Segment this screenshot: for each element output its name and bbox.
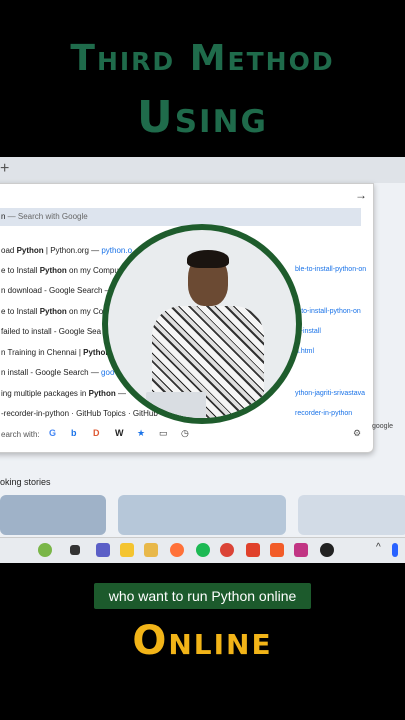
suggestion-url: ble-to-install-python-on [295, 266, 367, 273]
google-icon[interactable]: G [49, 428, 56, 438]
video-title-line2: Using [137, 92, 268, 143]
history-icon[interactable]: ◷ [181, 428, 189, 439]
laptop [146, 392, 206, 418]
search-with-label: earch with: [1, 430, 40, 439]
suggestion-row[interactable]: failed to install - Google Sea [1, 327, 101, 336]
suggestion-row[interactable]: n Training in Chennai | Python [1, 348, 110, 357]
suggestion-row[interactable]: ing multiple packages in Python — [1, 389, 126, 398]
instagram-icon[interactable] [294, 543, 308, 557]
video-title-line1: Third Method [70, 38, 335, 79]
folder-icon[interactable] [120, 543, 134, 557]
app-icon[interactable] [144, 543, 158, 557]
video-title-line3: Online [132, 618, 273, 664]
presenter-webcam [102, 224, 302, 424]
story-card[interactable] [0, 495, 106, 535]
firefox-icon[interactable] [170, 543, 184, 557]
suggestion-row[interactable]: e to Install Python on my Compu [1, 266, 119, 275]
duckduckgo-icon[interactable]: D [93, 428, 100, 438]
brave-browser-icon[interactable] [270, 543, 284, 557]
microphone-icon[interactable] [392, 543, 398, 557]
suggestion-url: ython-jagriti-srivastava [295, 390, 366, 397]
teams-icon[interactable] [96, 543, 110, 557]
search-with-bar: earch with: G b D W ★ ▭ ◷ ⚙ [0, 424, 365, 446]
suggestion-row[interactable]: e to Install Python on my Co [1, 307, 103, 316]
suggestion-row[interactable]: n install - Google Search — goo [1, 368, 114, 377]
brave-icon[interactable] [246, 543, 260, 557]
suggestion-row[interactable]: -recorder-in-python · GitHub Topics · Gi… [1, 409, 158, 418]
chrome-icon[interactable] [220, 543, 234, 557]
suggestion-row[interactable]: n — Search with Google [0, 208, 361, 226]
subtitle-caption: who want to run Python online [94, 583, 311, 609]
suggestion-row[interactable]: oad Python | Python.org — python.o [1, 246, 132, 255]
tab-bar: + [0, 157, 405, 183]
go-arrow-icon[interactable]: → [355, 188, 367, 202]
settings-icon[interactable]: ⚙ [353, 428, 361, 439]
story-card[interactable] [118, 495, 286, 535]
section-title: oking stories [0, 477, 51, 487]
weather-icon[interactable] [38, 543, 52, 557]
shortcut-label: google [372, 423, 394, 430]
spotify-icon[interactable] [196, 543, 210, 557]
bookmarks-icon[interactable]: ★ [137, 428, 145, 439]
taskbar: ^ [0, 537, 405, 563]
tabs-icon[interactable]: ▭ [159, 428, 168, 439]
suggestion-url: recorder-in-python [295, 410, 353, 417]
obs-icon[interactable] [320, 543, 334, 557]
suggestion-url: n-to-install-python-on [295, 308, 361, 315]
story-card[interactable] [298, 495, 405, 535]
wikipedia-icon[interactable]: W [115, 428, 124, 438]
suggestion-row[interactable]: n download - Google Search — go [1, 286, 124, 295]
task-view-icon[interactable] [70, 545, 80, 555]
tray-chevron-icon[interactable]: ^ [376, 542, 381, 553]
new-tab-button[interactable]: + [0, 160, 9, 178]
bing-icon[interactable]: b [71, 428, 77, 438]
presenter-hair [187, 250, 229, 268]
